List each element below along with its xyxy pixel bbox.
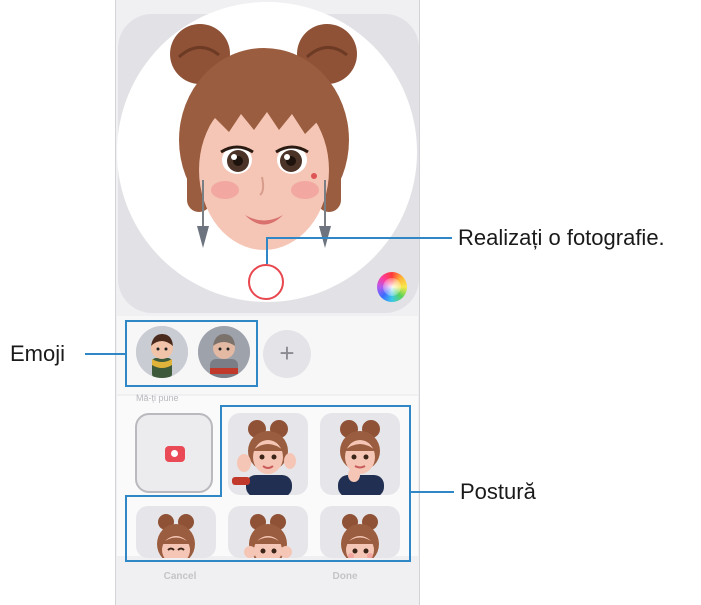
done-button[interactable]: Done	[305, 571, 385, 582]
emoji-highlight-box	[125, 320, 258, 387]
pose-highlight-step	[125, 495, 222, 497]
add-emoji-button[interactable]: +	[263, 330, 311, 378]
pose-callout-label: Postură	[460, 479, 536, 504]
poses-section-label: Mă-ți pune	[136, 393, 179, 403]
camera-card[interactable]	[135, 413, 213, 493]
cancel-button[interactable]: Cancel	[140, 571, 220, 582]
photo-callout-label: Realizați o fotografie.	[458, 225, 665, 250]
camera-icon	[165, 446, 185, 462]
pose-callout-line	[410, 491, 454, 493]
photo-callout-line-horizontal	[266, 237, 452, 239]
shutter-button-icon[interactable]	[248, 264, 284, 300]
emoji-callout-line	[85, 353, 126, 355]
emoji-callout-label: Emoji	[10, 341, 66, 366]
plus-icon: +	[279, 338, 295, 368]
pose-highlight-box-top	[220, 405, 411, 497]
photo-callout-line-vertical	[266, 237, 268, 264]
pose-highlight-box-bottom	[125, 495, 411, 562]
color-palette-icon[interactable]	[377, 272, 407, 302]
